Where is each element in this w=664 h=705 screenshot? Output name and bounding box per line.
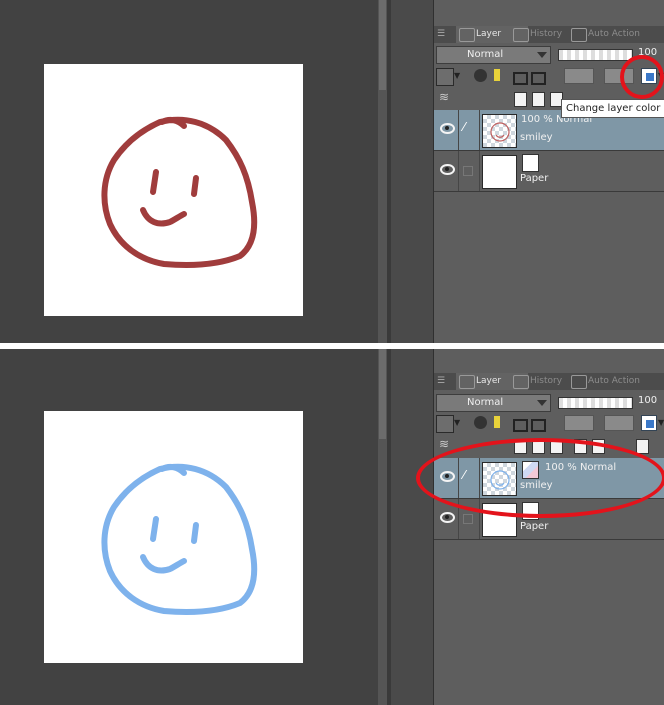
left-eye <box>150 169 159 195</box>
lock-icon[interactable] <box>513 72 528 85</box>
blend-mode-select[interactable]: Normal <box>436 394 551 412</box>
annotation-ellipse <box>416 438 664 518</box>
mask-button[interactable] <box>604 415 634 431</box>
lock-icon[interactable] <box>513 419 528 432</box>
eye-icon[interactable] <box>440 123 455 134</box>
drawing-canvas[interactable] <box>44 64 303 316</box>
column-divider <box>458 151 459 191</box>
layer-row-paper[interactable]: Paper <box>434 151 664 192</box>
column-divider <box>479 110 480 150</box>
face-outline <box>101 463 258 616</box>
right-eye <box>191 175 199 197</box>
panel-menu-icon[interactable]: ☰ <box>437 29 445 39</box>
reference-layer-button[interactable] <box>564 415 594 431</box>
column-divider <box>458 110 459 150</box>
after-screenshot: ☰ Layer History Auto Action Normal 100 ▼… <box>0 349 664 705</box>
layer-name: Paper <box>520 173 549 184</box>
right-eye <box>191 522 199 544</box>
layers-stack-icon[interactable]: ≋ <box>439 437 450 451</box>
drawing-canvas[interactable] <box>44 411 303 663</box>
smiley-thumbnail-icon <box>490 122 510 142</box>
opacity-slider[interactable] <box>558 397 633 409</box>
change-layer-color-button[interactable] <box>641 415 657 431</box>
history-icon <box>513 28 529 42</box>
annotation-circle <box>620 55 664 99</box>
panel-tabs: ☰ Layer History Auto Action <box>434 26 664 43</box>
canvas-scrollbar[interactable] <box>378 349 387 705</box>
layer-thumbnail <box>482 114 517 148</box>
left-eye <box>150 516 159 542</box>
paper-layer-icon <box>522 154 539 172</box>
chevron-down-icon <box>537 52 547 58</box>
scrollbar-thumb[interactable] <box>379 349 386 439</box>
layer-icon <box>459 28 475 42</box>
layer-icon <box>459 375 475 389</box>
layers-stack-icon[interactable]: ≋ <box>439 90 450 104</box>
chevron-down-icon[interactable]: ▼ <box>454 418 462 433</box>
tab-auto-action[interactable]: Auto Action <box>568 373 664 390</box>
new-vector-layer-icon[interactable] <box>532 92 545 107</box>
color-swatch-button[interactable] <box>436 415 454 433</box>
face-outline <box>101 116 258 269</box>
chevron-down-icon[interactable]: ▼ <box>658 418 664 433</box>
before-screenshot: ☰ Layer History Auto Action Normal 100 ▼… <box>0 0 664 343</box>
opacity-slider[interactable] <box>558 49 633 61</box>
lock-transparency-icon[interactable] <box>531 419 546 432</box>
layer-panel: ☰ Layer History Auto Action Normal 100 ▼… <box>433 0 664 343</box>
checkbox-icon[interactable] <box>463 166 473 176</box>
chevron-down-icon <box>537 400 547 406</box>
lock-transparency-icon[interactable] <box>531 72 546 85</box>
draft-layer-icon[interactable] <box>494 69 500 81</box>
smiley-drawing <box>101 463 258 616</box>
layer-name: Paper <box>520 521 549 532</box>
reference-layer-button[interactable] <box>564 68 594 84</box>
tooltip-change-layer-color: Change layer color <box>561 99 664 118</box>
side-gutter <box>391 0 433 343</box>
tab-auto-action[interactable]: Auto Action <box>568 26 664 43</box>
scrollbar-thumb[interactable] <box>379 0 386 90</box>
blend-mode-select[interactable]: Normal <box>436 46 551 64</box>
layer-name: smiley <box>520 132 553 143</box>
auto-action-icon <box>571 375 587 389</box>
eye-icon[interactable] <box>440 512 455 523</box>
layer-thumbnail <box>482 155 517 189</box>
checkbox-icon[interactable] <box>463 514 473 524</box>
panel-menu-icon[interactable]: ☰ <box>437 376 445 386</box>
panel-tabs: ☰ Layer History Auto Action <box>434 373 664 390</box>
color-swatch-button[interactable] <box>436 68 454 86</box>
draft-layer-icon[interactable] <box>494 416 500 428</box>
new-raster-layer-icon[interactable] <box>514 92 527 107</box>
eye-icon[interactable] <box>440 164 455 175</box>
clip-icon[interactable] <box>474 416 487 429</box>
smiley-drawing <box>101 116 258 269</box>
chevron-down-icon[interactable]: ▼ <box>454 71 462 86</box>
history-icon <box>513 375 529 389</box>
opacity-value[interactable]: 100 <box>638 395 657 406</box>
clip-icon[interactable] <box>474 69 487 82</box>
mouth <box>140 554 187 574</box>
mouth <box>140 207 187 227</box>
brush-icon[interactable]: ⁄ <box>463 120 475 138</box>
column-divider <box>479 151 480 191</box>
canvas-scrollbar[interactable] <box>378 0 387 343</box>
blend-row: Normal 100 <box>436 394 664 412</box>
layer-toolbar: ▼ ▼ <box>436 414 664 434</box>
layer-panel: ☰ Layer History Auto Action Normal 100 ▼… <box>433 349 664 705</box>
auto-action-icon <box>571 28 587 42</box>
side-gutter <box>391 349 433 705</box>
